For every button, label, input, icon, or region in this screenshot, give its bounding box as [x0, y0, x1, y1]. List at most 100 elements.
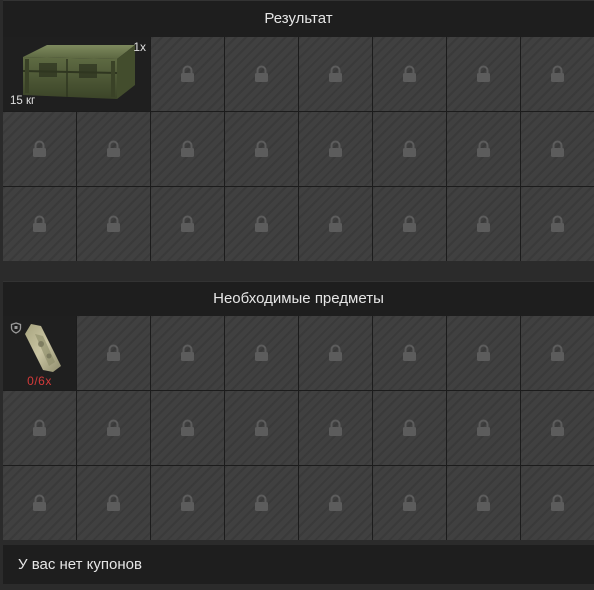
lock-icon	[32, 494, 47, 512]
locked-slot	[447, 466, 520, 540]
lock-icon	[32, 419, 47, 437]
required-header: Необходимые предметы	[3, 281, 594, 316]
locked-slot	[225, 466, 298, 540]
locked-slot	[3, 391, 76, 465]
lock-icon	[550, 215, 565, 233]
lock-icon	[106, 494, 121, 512]
locked-slot	[521, 391, 594, 465]
locked-slot	[447, 37, 520, 111]
lock-icon	[254, 65, 269, 83]
locked-slot	[225, 37, 298, 111]
required-item-slot[interactable]: 0/6x	[3, 316, 76, 390]
locked-slot	[447, 316, 520, 390]
lock-icon	[328, 419, 343, 437]
lock-icon	[402, 65, 417, 83]
locked-slot	[77, 466, 150, 540]
coupon-status-bar: У вас нет купонов	[3, 545, 594, 584]
lock-icon	[254, 494, 269, 512]
lock-icon	[254, 215, 269, 233]
lock-icon	[550, 65, 565, 83]
lock-icon	[32, 215, 47, 233]
lock-icon	[550, 344, 565, 362]
lock-icon	[180, 215, 195, 233]
locked-slot	[77, 112, 150, 186]
lock-icon	[402, 494, 417, 512]
lock-icon	[402, 140, 417, 158]
locked-slot	[299, 37, 372, 111]
locked-slot	[225, 187, 298, 261]
locked-slot	[151, 112, 224, 186]
lock-icon	[180, 344, 195, 362]
lock-icon	[476, 344, 491, 362]
locked-slot	[521, 37, 594, 111]
result-item-quantity: 1x	[133, 40, 146, 54]
locked-slot	[3, 466, 76, 540]
locked-slot	[521, 112, 594, 186]
found-in-raid-icon	[10, 322, 22, 334]
lock-icon	[550, 494, 565, 512]
lock-icon	[476, 215, 491, 233]
locked-slot	[151, 466, 224, 540]
required-item-count: 0/6x	[27, 374, 52, 388]
lock-icon	[180, 140, 195, 158]
result-item-weight: 15 кг	[10, 95, 36, 107]
locked-slot	[151, 391, 224, 465]
lock-icon	[254, 344, 269, 362]
lock-icon	[402, 419, 417, 437]
locked-slot	[299, 112, 372, 186]
locked-slot	[299, 187, 372, 261]
locked-slot	[299, 466, 372, 540]
lock-icon	[106, 419, 121, 437]
coupon-status-text: У вас нет купонов	[18, 556, 142, 573]
locked-slot	[225, 112, 298, 186]
locked-slot	[373, 391, 446, 465]
locked-slot	[447, 187, 520, 261]
locked-slot	[373, 187, 446, 261]
lock-icon	[476, 494, 491, 512]
lock-icon	[402, 344, 417, 362]
lock-icon	[180, 419, 195, 437]
lock-icon	[550, 140, 565, 158]
lock-icon	[254, 419, 269, 437]
lock-icon	[402, 215, 417, 233]
lock-icon	[180, 65, 195, 83]
lock-icon	[328, 65, 343, 83]
locked-slot	[521, 316, 594, 390]
lock-icon	[328, 215, 343, 233]
locked-slot	[77, 187, 150, 261]
lock-icon	[476, 140, 491, 158]
required-title: Необходимые предметы	[213, 290, 384, 307]
lock-icon	[476, 65, 491, 83]
lock-icon	[328, 494, 343, 512]
locked-slot	[373, 37, 446, 111]
result-item-slot[interactable]: 1x 15 кг	[3, 37, 150, 111]
locked-slot	[225, 316, 298, 390]
result-header: Результат	[3, 0, 594, 37]
locked-slot	[3, 187, 76, 261]
locked-slot	[373, 112, 446, 186]
lock-icon	[106, 344, 121, 362]
locked-slot	[299, 316, 372, 390]
ammo-crate-icon	[22, 45, 135, 99]
locked-slot	[447, 391, 520, 465]
locked-slot	[521, 466, 594, 540]
lock-icon	[32, 140, 47, 158]
locked-slot	[521, 187, 594, 261]
lock-icon	[476, 419, 491, 437]
locked-slot	[77, 391, 150, 465]
lock-icon	[106, 215, 121, 233]
lock-icon	[328, 344, 343, 362]
lock-icon	[180, 494, 195, 512]
lock-icon	[550, 419, 565, 437]
locked-slot	[447, 112, 520, 186]
required-grid: 0/6x	[3, 316, 594, 540]
result-title: Результат	[264, 10, 333, 27]
locked-slot	[225, 391, 298, 465]
result-grid: 1x 15 кг	[3, 37, 594, 261]
lock-icon	[328, 140, 343, 158]
locked-slot	[151, 187, 224, 261]
lock-icon	[106, 140, 121, 158]
locked-slot	[299, 391, 372, 465]
locked-slot	[373, 466, 446, 540]
locked-slot	[151, 37, 224, 111]
